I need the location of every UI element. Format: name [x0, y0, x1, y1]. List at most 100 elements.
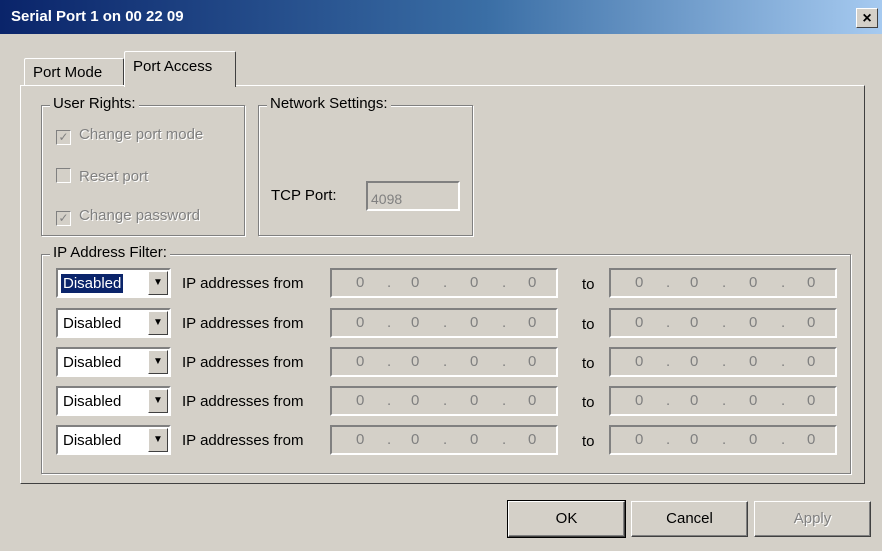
ip-from-field[interactable]: 0 0 0 0...	[330, 268, 558, 298]
ip-octet-separator: .	[781, 353, 786, 370]
ip-octet: 0	[749, 314, 758, 331]
ip-octet-separator: .	[387, 353, 392, 370]
ip-octet-separator: .	[781, 431, 786, 448]
ip-octet-separator: .	[387, 314, 392, 331]
change-port-mode-checkbox[interactable]: ✓ Change port mode	[56, 126, 203, 145]
ip-octet: 0	[528, 392, 537, 409]
ip-octet-separator: .	[781, 314, 786, 331]
ip-to-label: to	[582, 355, 595, 372]
ip-from-field[interactable]: 0 0 0 0...	[330, 386, 558, 416]
ip-octet: 0	[411, 392, 420, 409]
ip-octet-separator: .	[502, 274, 507, 291]
filter-mode-select[interactable]: Disabled ▼	[56, 425, 171, 455]
ip-octet: 0	[690, 431, 699, 448]
tab-port-access[interactable]: Port Access	[124, 51, 236, 87]
ip-octet: 0	[411, 431, 420, 448]
ok-button[interactable]: OK	[507, 500, 626, 538]
ip-octet-separator: .	[781, 392, 786, 409]
ip-octet: 0	[411, 353, 420, 370]
ip-octet: 0	[411, 274, 420, 291]
ip-to-label: to	[582, 316, 595, 333]
ip-octet: 0	[690, 314, 699, 331]
ip-filter-legend: IP Address Filter:	[50, 244, 170, 261]
dropdown-arrow-icon[interactable]: ▼	[148, 350, 168, 374]
ip-octet: 0	[356, 314, 365, 331]
ip-octet-separator: .	[502, 431, 507, 448]
ip-to-field[interactable]: 0 0 0 0...	[609, 308, 837, 338]
dropdown-arrow-icon[interactable]: ▼	[148, 271, 168, 295]
ip-octet: 0	[356, 392, 365, 409]
ip-octet: 0	[635, 392, 644, 409]
ip-from-field[interactable]: 0 0 0 0...	[330, 308, 558, 338]
ip-octet: 0	[749, 274, 758, 291]
filter-mode-select[interactable]: Disabled ▼	[56, 268, 171, 298]
ip-octet-separator: .	[387, 431, 392, 448]
change-password-checkbox[interactable]: ✓ Change password	[56, 207, 200, 226]
tcp-port-input[interactable]: 4098	[366, 181, 460, 211]
ip-filter-row: Disabled ▼ IP addresses from 0 0 0 0... to 0 0 0 0.…	[56, 308, 856, 338]
ip-to-field[interactable]: 0 0 0 0...	[609, 425, 837, 455]
ip-from-label: IP addresses from	[182, 393, 304, 410]
check-icon: ✓	[56, 211, 71, 226]
checkbox-label: Reset port	[79, 168, 149, 185]
ip-octet: 0	[528, 353, 537, 370]
ip-filter-group: IP Address Filter: Disabled ▼ IP addresses…	[41, 244, 851, 474]
ip-octet-separator: .	[443, 314, 448, 331]
cancel-button[interactable]: Cancel	[631, 501, 748, 537]
ip-octet-separator: .	[443, 392, 448, 409]
dropdown-arrow-icon[interactable]: ▼	[148, 428, 168, 452]
ip-filter-row: Disabled ▼ IP addresses from 0 0 0 0... to 0 0 0 0.…	[56, 347, 856, 377]
ip-octet: 0	[635, 314, 644, 331]
ip-octet-separator: .	[443, 274, 448, 291]
ip-octet: 0	[528, 314, 537, 331]
ip-octet-separator: .	[443, 431, 448, 448]
network-settings-group: Network Settings: TCP Port: 4098	[258, 95, 473, 236]
ip-octet-separator: .	[722, 431, 727, 448]
dropdown-arrow-icon[interactable]: ▼	[148, 311, 168, 335]
ip-octet: 0	[470, 392, 479, 409]
ip-octet-separator: .	[781, 274, 786, 291]
filter-mode-select[interactable]: Disabled ▼	[56, 386, 171, 416]
reset-port-checkbox[interactable]: Reset port	[56, 168, 148, 185]
title-bar[interactable]: Serial Port 1 on 00 22 09 ×	[0, 0, 882, 34]
ip-from-field[interactable]: 0 0 0 0...	[330, 347, 558, 377]
ip-octet: 0	[807, 274, 816, 291]
ip-octet-separator: .	[502, 314, 507, 331]
ip-octet: 0	[356, 274, 365, 291]
ip-filter-row: Disabled ▼ IP addresses from 0 0 0 0... to 0 0 0 0.…	[56, 268, 856, 298]
ip-to-field[interactable]: 0 0 0 0...	[609, 347, 837, 377]
ip-octet-separator: .	[502, 353, 507, 370]
ip-to-label: to	[582, 276, 595, 293]
checkbox-label: Change port mode	[79, 126, 204, 143]
ip-to-label: to	[582, 433, 595, 450]
ip-octet: 0	[749, 431, 758, 448]
ip-filter-row: Disabled ▼ IP addresses from 0 0 0 0... to 0 0 0 0.…	[56, 386, 856, 416]
filter-mode-value: Disabled	[63, 315, 122, 332]
tab-panel: User Rights: ✓ Change port mode Reset por…	[20, 85, 865, 484]
window-title: Serial Port 1 on 00 22 09	[11, 8, 184, 25]
filter-mode-select[interactable]: Disabled ▼	[56, 347, 171, 377]
ip-octet: 0	[356, 353, 365, 370]
ip-from-label: IP addresses from	[182, 354, 304, 371]
filter-mode-value: Disabled	[63, 393, 122, 410]
tcp-port-label: TCP Port:	[271, 187, 337, 204]
dropdown-arrow-icon[interactable]: ▼	[148, 389, 168, 413]
apply-button[interactable]: Apply	[754, 501, 871, 537]
ip-to-label: to	[582, 394, 595, 411]
ip-octet: 0	[690, 392, 699, 409]
filter-mode-select[interactable]: Disabled ▼	[56, 308, 171, 338]
ip-to-field[interactable]: 0 0 0 0...	[609, 386, 837, 416]
ip-octet: 0	[690, 353, 699, 370]
tab-label: Port Access	[133, 58, 213, 75]
ip-octet: 0	[635, 431, 644, 448]
network-settings-legend: Network Settings:	[267, 95, 391, 112]
ip-octet: 0	[635, 353, 644, 370]
ip-from-label: IP addresses from	[182, 275, 304, 292]
ip-octet-separator: .	[722, 274, 727, 291]
tab-port-mode[interactable]: Port Mode	[24, 58, 124, 86]
ip-to-field[interactable]: 0 0 0 0...	[609, 268, 837, 298]
ip-octet-separator: .	[666, 431, 671, 448]
ip-from-field[interactable]: 0 0 0 0...	[330, 425, 558, 455]
close-button[interactable]: ×	[856, 8, 878, 28]
ip-octet-separator: .	[722, 392, 727, 409]
